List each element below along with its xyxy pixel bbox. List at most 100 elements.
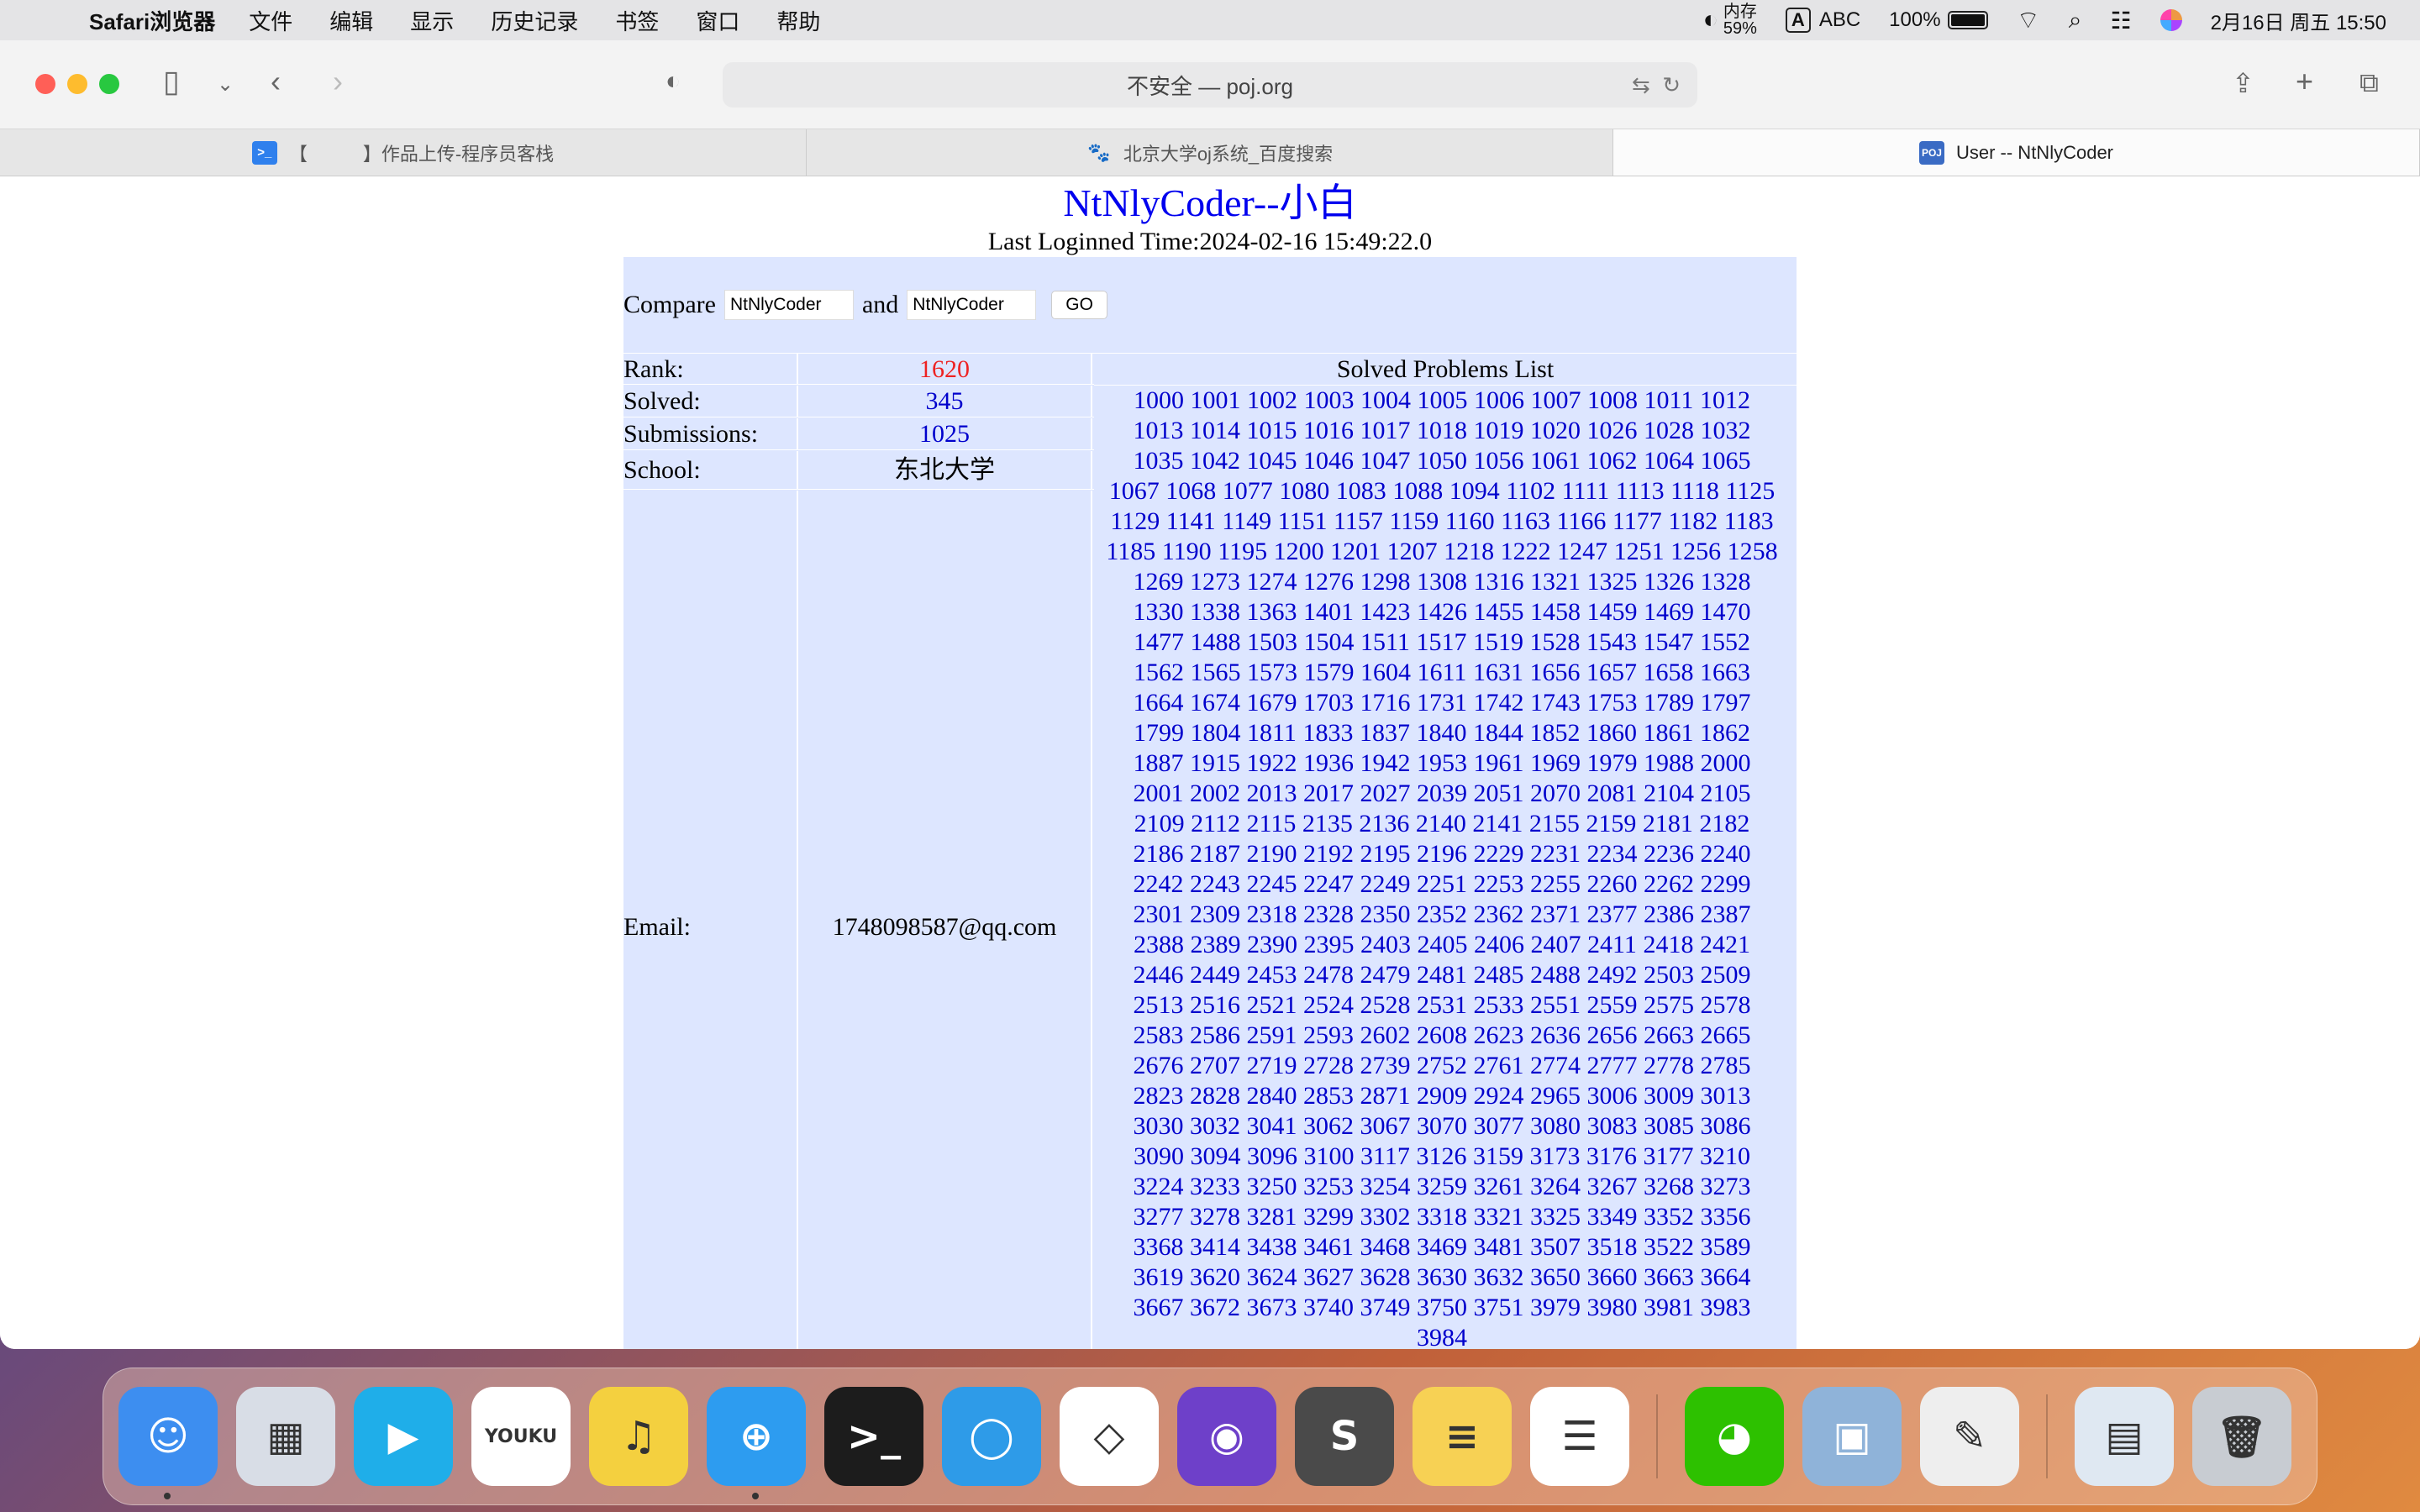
problem-link[interactable]: 3980 bbox=[1587, 1294, 1638, 1321]
problem-link[interactable]: 1789 bbox=[1644, 689, 1694, 717]
problem-link[interactable]: 2840 bbox=[1247, 1082, 1297, 1110]
problem-link[interactable]: 2002 bbox=[1190, 780, 1240, 807]
problem-link[interactable]: 2578 bbox=[1701, 991, 1751, 1019]
problem-link[interactable]: 2243 bbox=[1190, 870, 1240, 898]
problem-link[interactable]: 1833 bbox=[1302, 719, 1353, 747]
problem-link[interactable]: 3630 bbox=[1417, 1263, 1467, 1291]
problem-link[interactable]: 3751 bbox=[1474, 1294, 1524, 1321]
problem-link[interactable]: 3094 bbox=[1191, 1142, 1241, 1170]
problem-link[interactable]: 1543 bbox=[1586, 628, 1637, 656]
problem-link[interactable]: 1046 bbox=[1303, 447, 1354, 475]
problem-link[interactable]: 1363 bbox=[1247, 598, 1297, 626]
problem-link[interactable]: 1887 bbox=[1134, 749, 1184, 777]
problem-link[interactable]: 3749 bbox=[1360, 1294, 1411, 1321]
problem-link[interactable]: 2187 bbox=[1190, 840, 1240, 868]
wifi-icon[interactable]: ⌔ bbox=[2017, 4, 2040, 36]
problem-link[interactable]: 2823 bbox=[1134, 1082, 1184, 1110]
problem-link[interactable]: 3750 bbox=[1417, 1294, 1467, 1321]
problem-link[interactable]: 2774 bbox=[1530, 1052, 1581, 1079]
compare-user1-input[interactable] bbox=[723, 290, 854, 320]
problem-link[interactable]: 2051 bbox=[1474, 780, 1524, 807]
problem-link[interactable]: 2593 bbox=[1303, 1021, 1354, 1049]
menu-edit[interactable]: 编辑 bbox=[329, 5, 373, 36]
problem-link[interactable]: 1316 bbox=[1474, 568, 1524, 596]
problem-link[interactable]: 1007 bbox=[1531, 386, 1581, 414]
tab-poj-user[interactable]: POJ User -- NtNlyCoder bbox=[1613, 129, 2420, 176]
problem-link[interactable]: 3117 bbox=[1360, 1142, 1410, 1170]
problem-link[interactable]: 3507 bbox=[1530, 1233, 1581, 1261]
problem-link[interactable]: 2909 bbox=[1417, 1082, 1467, 1110]
problem-link[interactable]: 1308 bbox=[1417, 568, 1467, 596]
problem-link[interactable]: 2377 bbox=[1587, 900, 1638, 928]
problem-link[interactable]: 2070 bbox=[1530, 780, 1581, 807]
problem-link[interactable]: 1083 bbox=[1336, 477, 1386, 505]
problem-link[interactable]: 1113 bbox=[1616, 477, 1665, 505]
problem-link[interactable]: 2492 bbox=[1587, 961, 1638, 989]
problem-link[interactable]: 1088 bbox=[1392, 477, 1443, 505]
problem-link[interactable]: 1004 bbox=[1360, 386, 1411, 414]
problem-link[interactable]: 2234 bbox=[1587, 840, 1638, 868]
back-icon[interactable]: ‹ bbox=[271, 64, 281, 99]
problem-link[interactable]: 1328 bbox=[1701, 568, 1751, 596]
problem-link[interactable]: 1028 bbox=[1644, 417, 1694, 444]
problem-link[interactable]: 1330 bbox=[1134, 598, 1184, 626]
problem-link[interactable]: 2001 bbox=[1134, 780, 1184, 807]
problem-link[interactable]: 1611 bbox=[1418, 659, 1467, 686]
problem-link[interactable]: 2017 bbox=[1303, 780, 1354, 807]
problem-link[interactable]: 1861 bbox=[1643, 719, 1693, 747]
tab-baidu-search[interactable]: 🐾 北京大学oj系统_百度搜索 bbox=[807, 129, 1613, 176]
problem-link[interactable]: 1159 bbox=[1389, 507, 1439, 535]
problem-link[interactable]: 3083 bbox=[1587, 1112, 1638, 1140]
problem-link[interactable]: 1321 bbox=[1530, 568, 1581, 596]
launchpad-icon[interactable]: ▦ bbox=[236, 1387, 335, 1486]
problem-link[interactable]: 2390 bbox=[1247, 931, 1297, 958]
problem-link[interactable]: 1006 bbox=[1474, 386, 1524, 414]
problem-link[interactable]: 3468 bbox=[1360, 1233, 1411, 1261]
problem-link[interactable]: 2195 bbox=[1360, 840, 1411, 868]
problem-link[interactable]: 2109 bbox=[1134, 810, 1185, 837]
problem-link[interactable]: 3628 bbox=[1360, 1263, 1411, 1291]
problem-link[interactable]: 3321 bbox=[1474, 1203, 1524, 1231]
problem-link[interactable]: 3006 bbox=[1587, 1082, 1638, 1110]
problem-link[interactable]: 2135 bbox=[1302, 810, 1353, 837]
problem-link[interactable]: 1840 bbox=[1416, 719, 1466, 747]
problem-link[interactable]: 3264 bbox=[1530, 1173, 1581, 1200]
problem-link[interactable]: 2387 bbox=[1701, 900, 1751, 928]
problem-link[interactable]: 2513 bbox=[1134, 991, 1184, 1019]
problem-link[interactable]: 1811 bbox=[1247, 719, 1297, 747]
problem-link[interactable]: 1852 bbox=[1529, 719, 1580, 747]
problem-link[interactable]: 2251 bbox=[1417, 870, 1467, 898]
problem-link[interactable]: 3663 bbox=[1644, 1263, 1694, 1291]
problem-link[interactable]: 1251 bbox=[1614, 538, 1665, 565]
problem-link[interactable]: 2249 bbox=[1360, 870, 1411, 898]
problem-link[interactable]: 2623 bbox=[1474, 1021, 1524, 1049]
problem-link[interactable]: 2739 bbox=[1360, 1052, 1411, 1079]
problem-link[interactable]: 2446 bbox=[1134, 961, 1184, 989]
problem-link[interactable]: 1177 bbox=[1612, 507, 1662, 535]
github-desktop-icon[interactable]: ◉ bbox=[1177, 1387, 1276, 1486]
solved-value[interactable]: 345 bbox=[798, 386, 1092, 417]
problem-link[interactable]: 1459 bbox=[1587, 598, 1638, 626]
problem-link[interactable]: 1185 bbox=[1106, 538, 1155, 565]
menu-view[interactable]: 显示 bbox=[410, 5, 454, 36]
problem-link[interactable]: 1067 bbox=[1109, 477, 1160, 505]
battery-status[interactable]: 100% bbox=[1889, 8, 1988, 32]
problem-link[interactable]: 2559 bbox=[1587, 991, 1638, 1019]
qq-music-icon[interactable]: ♫ bbox=[589, 1387, 688, 1486]
problem-link[interactable]: 3673 bbox=[1247, 1294, 1297, 1321]
problem-link[interactable]: 2509 bbox=[1701, 961, 1751, 989]
problem-link[interactable]: 1679 bbox=[1247, 689, 1297, 717]
problem-link[interactable]: 3979 bbox=[1530, 1294, 1581, 1321]
problem-link[interactable]: 3253 bbox=[1303, 1173, 1354, 1200]
menu-help[interactable]: 帮助 bbox=[776, 5, 820, 36]
problem-link[interactable]: 1151 bbox=[1278, 507, 1328, 535]
problem-link[interactable]: 1274 bbox=[1247, 568, 1297, 596]
problem-link[interactable]: 3176 bbox=[1586, 1142, 1637, 1170]
problem-link[interactable]: 3013 bbox=[1701, 1082, 1751, 1110]
problem-link[interactable]: 2013 bbox=[1247, 780, 1297, 807]
problem-link[interactable]: 2761 bbox=[1474, 1052, 1524, 1079]
downloads-stack-icon[interactable]: ▤ bbox=[2075, 1387, 2174, 1486]
problem-link[interactable]: 3090 bbox=[1134, 1142, 1184, 1170]
problem-link[interactable]: 3522 bbox=[1644, 1233, 1694, 1261]
problem-link[interactable]: 1256 bbox=[1670, 538, 1721, 565]
